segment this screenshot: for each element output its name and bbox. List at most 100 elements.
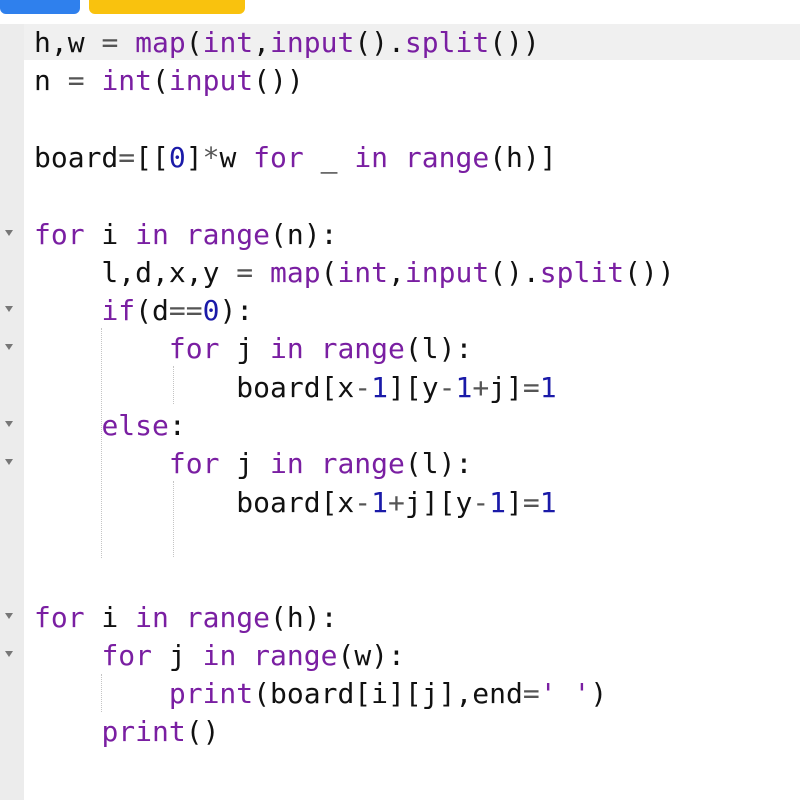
- code-token: 1: [371, 370, 389, 404]
- code-text: for j in range(l):: [34, 445, 472, 483]
- code-token: ): [590, 677, 608, 711]
- code-token: range: [320, 332, 405, 366]
- code-token: range: [185, 600, 271, 634]
- code-line[interactable]: for j in range(w):: [0, 637, 800, 675]
- fold-arrow-icon[interactable]: [5, 459, 13, 466]
- code-token: input: [168, 64, 254, 98]
- code-line[interactable]: board[x-1+j][y-1]=1: [0, 484, 800, 522]
- code-token: (l):: [404, 447, 473, 481]
- code-token: =: [522, 370, 540, 404]
- top-strip: [0, 0, 800, 16]
- code-token: ().: [489, 255, 540, 289]
- code-token: print: [168, 677, 254, 711]
- code-line[interactable]: l,d,x,y = map(int,input().split()): [0, 254, 800, 292]
- code-line[interactable]: if(d==0):: [0, 292, 800, 330]
- code-text: h,w = map(int,input().split()): [34, 24, 540, 62]
- code-line[interactable]: [0, 560, 800, 598]
- code-token: ()): [624, 255, 675, 289]
- code-token: board[x: [34, 485, 355, 519]
- code-token: for: [253, 140, 304, 174]
- code-token: else: [101, 409, 169, 442]
- code-token: (: [320, 255, 338, 289]
- code-token: (): [185, 715, 220, 749]
- code-token: ]: [506, 485, 523, 519]
- code-line[interactable]: for j in range(l):: [0, 445, 800, 483]
- code-token: =: [236, 255, 254, 289]
- code-token: in: [270, 332, 304, 366]
- code-token: (l):: [404, 332, 473, 366]
- code-token: -: [354, 370, 372, 404]
- code-token: (d: [135, 294, 169, 328]
- code-line[interactable]: else:: [0, 407, 800, 445]
- code-line[interactable]: [0, 177, 800, 215]
- code-token: in: [270, 447, 304, 481]
- fold-arrow-icon[interactable]: [5, 306, 13, 313]
- code-text: board=[[0]*w for _ in range(h)]: [34, 139, 557, 177]
- code-text: board[x-1+j][y-1]=1: [34, 484, 557, 522]
- code-token: range: [320, 447, 405, 481]
- code-token: =: [67, 64, 85, 98]
- code-line[interactable]: for i in range(h):: [0, 599, 800, 637]
- code-token: h,w: [34, 26, 102, 59]
- code-token: =: [522, 485, 540, 519]
- tab-yellow[interactable]: [89, 0, 245, 14]
- code-line[interactable]: for i in range(n):: [0, 216, 800, 254]
- code-token: print: [101, 715, 186, 749]
- code-token: 1: [489, 485, 507, 519]
- fold-arrow-icon[interactable]: [5, 612, 13, 619]
- code-token: 1: [539, 485, 557, 519]
- code-editor[interactable]: h,w = map(int,input().split()) n = int(in…: [0, 24, 800, 800]
- code-token: ][y: [388, 370, 439, 404]
- code-token: range: [185, 217, 271, 251]
- code-token: (w):: [337, 638, 405, 672]
- code-token: (: [152, 64, 169, 98]
- code-text: for i in range(h):: [34, 599, 337, 637]
- code-token: 1: [371, 485, 389, 519]
- code-token: int: [202, 26, 254, 59]
- fold-arrow-icon[interactable]: [5, 650, 13, 657]
- tab-blue[interactable]: [0, 0, 80, 14]
- code-text: board[x-1][y-1+j]=1: [34, 369, 556, 407]
- code-line[interactable]: print(): [0, 713, 800, 751]
- code-token: 1: [455, 370, 473, 404]
- code-token: (board[i][j],end: [253, 677, 523, 711]
- code-line[interactable]: n = int(input()): [0, 62, 800, 100]
- code-token: ()): [489, 26, 540, 59]
- code-token: j: [219, 332, 271, 366]
- fold-arrow-icon[interactable]: [5, 421, 13, 427]
- code-token: +: [388, 485, 405, 519]
- code-token: -: [472, 485, 490, 519]
- code-line[interactable]: [0, 101, 800, 139]
- code-line[interactable]: board[x-1][y-1+j]=1: [0, 369, 800, 407]
- code-token: ):: [219, 294, 254, 328]
- code-token: *: [202, 140, 220, 174]
- code-token: input: [404, 255, 490, 289]
- code-token: _: [303, 140, 355, 174]
- fold-arrow-icon[interactable]: [5, 229, 13, 236]
- code-line[interactable]: board=[[0]*w for _ in range(h)]: [0, 139, 800, 177]
- code-token: split: [539, 255, 625, 289]
- code-token: board[x: [34, 370, 355, 404]
- code-text: n = int(input()): [34, 62, 304, 100]
- code-token: if: [101, 294, 136, 328]
- code-text: print(): [34, 713, 219, 751]
- code-line[interactable]: print(board[i][j],end=' '): [0, 675, 800, 713]
- code-token: (n):: [270, 217, 338, 251]
- code-line[interactable]: for j in range(l):: [0, 330, 800, 368]
- code-token: in: [135, 600, 169, 634]
- code-token: ' ': [539, 677, 591, 711]
- code-token: int: [101, 64, 153, 98]
- code-line[interactable]: h,w = map(int,input().split()): [0, 24, 800, 62]
- code-token: =: [522, 677, 540, 711]
- code-line[interactable]: [0, 522, 800, 560]
- fold-arrow-icon[interactable]: [5, 344, 13, 351]
- code-token: ()): [253, 64, 304, 98]
- code-token: int: [337, 255, 389, 289]
- code-token: i: [84, 217, 136, 251]
